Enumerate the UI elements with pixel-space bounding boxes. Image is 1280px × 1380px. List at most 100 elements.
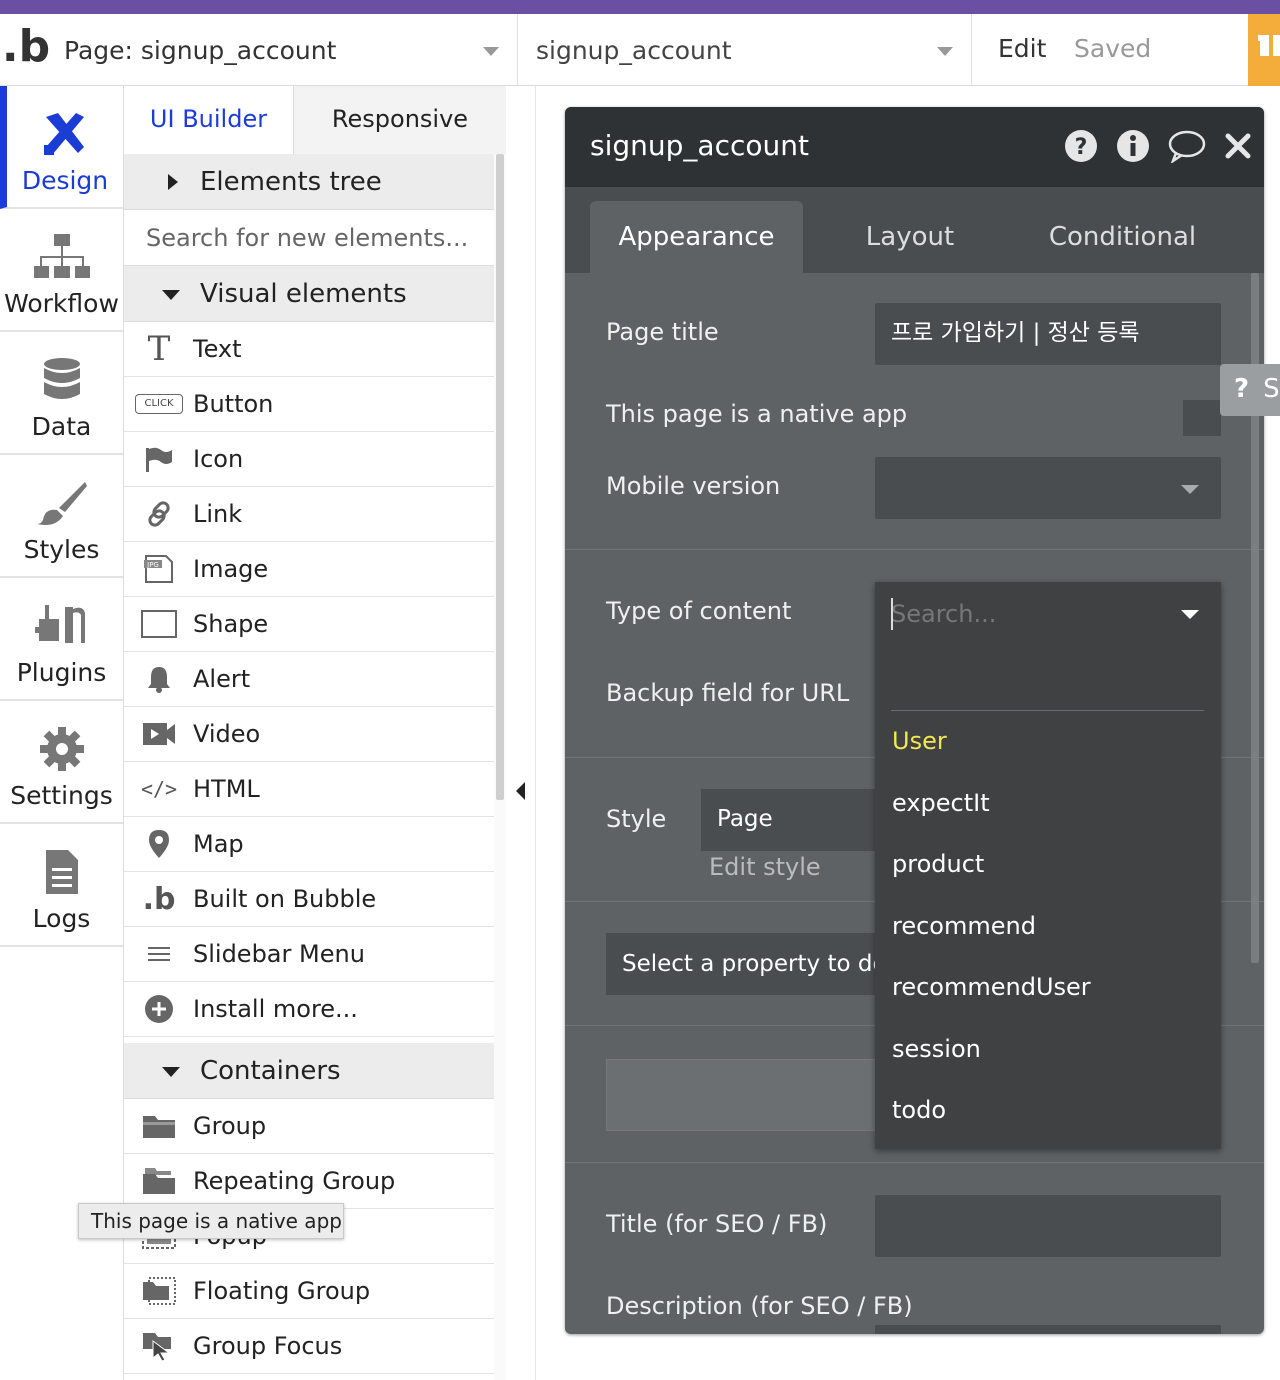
tab-ui-builder[interactable]: UI Builder: [124, 86, 294, 154]
element-label: Link: [193, 500, 243, 528]
nav-styles[interactable]: Styles: [0, 455, 123, 578]
mobile-version-label: Mobile version: [606, 472, 781, 500]
tab-conditional[interactable]: Conditional: [1025, 201, 1220, 273]
section-divider: [565, 1162, 1264, 1163]
top-header: .b Page: signup_account signup_account E…: [0, 14, 1280, 86]
element-label: HTML: [193, 775, 260, 803]
seo-description-input[interactable]: [875, 1325, 1221, 1334]
collapse-panel-handle[interactable]: [506, 86, 536, 1380]
element-install-more[interactable]: Install more...: [124, 982, 494, 1037]
elements-tree-label: Elements tree: [200, 167, 382, 197]
property-tabs: Appearance Layout Conditional: [565, 187, 1264, 273]
tab-responsive[interactable]: Responsive: [294, 86, 506, 154]
save-status: Saved: [1074, 34, 1152, 63]
bubble-logo-icon: .b: [142, 881, 176, 917]
database-icon: [0, 352, 123, 408]
element-label: Map: [193, 830, 244, 858]
tab-layout[interactable]: Layout: [815, 201, 1005, 273]
property-editor-title: signup_account: [590, 129, 809, 162]
nav-logs[interactable]: Logs: [0, 824, 123, 947]
caret-right-icon: [168, 174, 178, 190]
nav-label: Data: [31, 412, 92, 441]
containers-heading[interactable]: Containers: [124, 1043, 494, 1099]
element-group-focus[interactable]: Group Focus: [124, 1319, 494, 1374]
edit-mode-label[interactable]: Edit: [998, 34, 1046, 63]
dropdown-option[interactable]: expectIt: [892, 789, 990, 817]
visual-elements-heading[interactable]: Visual elements: [124, 266, 494, 322]
element-selector[interactable]: signup_account: [518, 14, 972, 86]
element-group[interactable]: Group: [124, 1099, 494, 1154]
image-icon: JPG: [136, 552, 182, 586]
element-text[interactable]: T Text: [124, 322, 494, 377]
plus-circle-icon: [136, 992, 182, 1026]
edit-style-link[interactable]: Edit style: [709, 853, 821, 881]
palette-tabs: UI Builder Responsive: [124, 86, 506, 154]
nav-label: Workflow: [4, 289, 119, 318]
dropdown-option[interactable]: session: [892, 1035, 981, 1063]
button-icon: CLICK: [135, 387, 183, 421]
element-palette: UI Builder Responsive Elements tree Sear…: [124, 86, 506, 1380]
seo-title-input[interactable]: [875, 1195, 1221, 1257]
nav-settings[interactable]: Settings: [0, 701, 123, 824]
property-editor-header[interactable]: signup_account ?: [565, 107, 1264, 187]
flag-icon: [136, 442, 182, 476]
elements-tree-toggle[interactable]: Elements tree: [124, 154, 494, 210]
bubble-logo-icon[interactable]: .b: [0, 14, 52, 86]
nav-label: Plugins: [16, 658, 107, 687]
style-label: Style: [606, 805, 667, 833]
nav-workflow[interactable]: Workflow: [0, 209, 123, 332]
button-icon-text: CLICK: [135, 394, 183, 414]
help-side-tab[interactable]: ? S: [1220, 364, 1280, 416]
element-repeating-group[interactable]: Repeating Group: [124, 1154, 494, 1209]
text-cursor: [891, 598, 893, 630]
tab-appearance[interactable]: Appearance: [590, 201, 803, 273]
gift-icon[interactable]: [1248, 14, 1280, 86]
nav-design[interactable]: Design: [0, 86, 123, 209]
caret-left-icon: [516, 782, 525, 800]
element-video[interactable]: Video: [124, 707, 494, 762]
element-floating-group[interactable]: Floating Group: [124, 1264, 494, 1319]
element-built-on-bubble[interactable]: .b Built on Bubble: [124, 872, 494, 927]
brush-icon: [0, 475, 123, 531]
dropdown-option[interactable]: todo: [892, 1096, 946, 1124]
element-shape[interactable]: Shape: [124, 597, 494, 652]
element-label: Repeating Group: [193, 1167, 396, 1195]
element-alert[interactable]: Alert: [124, 652, 494, 707]
page-title-value: 프로 가입하기 | 정산 등록: [891, 320, 1140, 346]
dropdown-option[interactable]: recommendUser: [892, 973, 1091, 1001]
element-button[interactable]: CLICK Button: [124, 377, 494, 432]
element-selector-label: signup_account: [536, 35, 732, 65]
dropdown-search-input[interactable]: Search...: [891, 600, 996, 628]
image-icon-text: JPG: [146, 561, 159, 569]
mobile-version-select[interactable]: [875, 457, 1221, 519]
dropdown-option[interactable]: product: [892, 850, 984, 878]
info-icon[interactable]: [1116, 129, 1150, 167]
help-icon[interactable]: ?: [1064, 129, 1098, 167]
dropdown-option[interactable]: recommend: [892, 912, 1036, 940]
element-html[interactable]: </> HTML: [124, 762, 494, 817]
code-icon: </>: [140, 776, 178, 801]
element-icon[interactable]: Icon: [124, 432, 494, 487]
native-app-label: This page is a native app: [606, 400, 908, 428]
element-search-input[interactable]: Search for new elements...: [124, 210, 494, 266]
help-tab-label: S: [1263, 374, 1280, 404]
native-app-checkbox[interactable]: [1183, 400, 1221, 436]
element-label: Alert: [193, 665, 251, 693]
element-slidebar-menu[interactable]: Slidebar Menu: [124, 927, 494, 982]
page-title-input[interactable]: 프로 가입하기 | 정산 등록: [875, 303, 1221, 365]
element-link[interactable]: Link: [124, 487, 494, 542]
folder-icon: [136, 1109, 182, 1143]
chevron-down-icon[interactable]: [1181, 610, 1199, 619]
nav-plugins[interactable]: Plugins: [0, 578, 123, 701]
element-map[interactable]: Map: [124, 817, 494, 872]
comment-icon[interactable]: [1168, 129, 1206, 167]
type-of-content-dropdown[interactable]: Search... User expectIt product recommen…: [875, 582, 1221, 1149]
close-icon[interactable]: [1224, 132, 1252, 164]
element-label: Image: [193, 555, 269, 583]
palette-scrollbar[interactable]: [496, 154, 504, 800]
page-selector[interactable]: Page: signup_account: [52, 14, 518, 86]
element-image[interactable]: JPG Image: [124, 542, 494, 597]
nav-data[interactable]: Data: [0, 332, 123, 455]
dropdown-option[interactable]: User: [892, 727, 947, 755]
seo-description-label: Description (for SEO / FB): [606, 1292, 913, 1320]
